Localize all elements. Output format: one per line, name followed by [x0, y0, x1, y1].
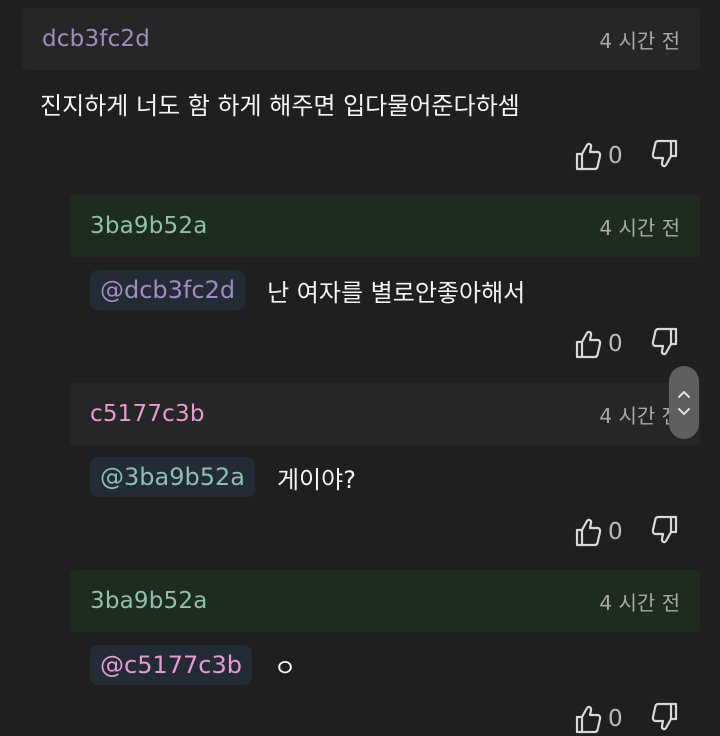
thumbs-down-icon: [651, 702, 677, 731]
comment-actions: 0: [574, 327, 679, 361]
scroll-handle[interactable]: [669, 366, 699, 439]
comment-author[interactable]: 3ba9b52a: [90, 588, 208, 614]
dislike-button[interactable]: [651, 139, 679, 173]
comment-text: 게이야?: [276, 465, 356, 494]
comment-timestamp: 4 시간 전: [599, 403, 680, 428]
dislike-button[interactable]: [651, 702, 679, 736]
comment-body: @c5177c3b ㅇ: [90, 645, 296, 685]
comment-text: 난 여자를 별로안좋아해서: [267, 278, 526, 307]
thumbs-up-icon: [575, 705, 602, 734]
like-button[interactable]: 0: [574, 517, 623, 547]
comment-actions: 0: [574, 515, 679, 549]
comment-timestamp: 4 시간 전: [599, 28, 680, 53]
like-count: 0: [608, 143, 623, 169]
comment-actions: 0: [574, 139, 679, 173]
like-button[interactable]: 0: [574, 141, 623, 171]
comment-author[interactable]: dcb3fc2d: [42, 26, 150, 52]
dislike-button[interactable]: [651, 327, 679, 361]
like-button[interactable]: 0: [574, 329, 623, 359]
thumbs-up-icon: [575, 330, 602, 359]
thumbs-up-icon: [575, 518, 602, 547]
thumbs-down-icon: [651, 139, 677, 168]
like-count: 0: [608, 331, 623, 357]
chevron-down-icon[interactable]: [677, 407, 691, 417]
comment-timestamp: 4 시간 전: [599, 215, 680, 240]
comment-header: 3ba9b52a 4 시간 전: [70, 570, 700, 632]
comment-actions: 0: [574, 702, 679, 736]
comment-body: @dcb3fc2d 난 여자를 별로안좋아해서: [90, 270, 525, 310]
comment-header: 3ba9b52a 4 시간 전: [70, 195, 700, 257]
thumbs-up-icon: [575, 142, 602, 171]
comment-header: c5177c3b 4 시간 전: [70, 383, 700, 445]
mention-tag[interactable]: @c5177c3b: [90, 645, 252, 685]
thumbs-down-icon: [651, 515, 677, 544]
like-count: 0: [608, 519, 623, 545]
comment-text: 진지하게 너도 함 하게 해주면 입다물어준다하셈: [40, 91, 520, 120]
comment-author[interactable]: c5177c3b: [90, 401, 205, 427]
comment-timestamp: 4 시간 전: [599, 590, 680, 615]
comment-text: ㅇ: [273, 653, 297, 682]
dislike-button[interactable]: [651, 515, 679, 549]
comment-body: @3ba9b52a 게이야?: [90, 457, 356, 497]
mention-tag[interactable]: @3ba9b52a: [90, 457, 255, 497]
like-count: 0: [608, 706, 623, 732]
like-button[interactable]: 0: [574, 704, 623, 734]
comment-header: dcb3fc2d 4 시간 전: [22, 8, 700, 70]
comment-author[interactable]: 3ba9b52a: [90, 213, 208, 239]
thumbs-down-icon: [651, 327, 677, 356]
chevron-up-icon[interactable]: [677, 389, 691, 399]
mention-tag[interactable]: @dcb3fc2d: [90, 270, 246, 310]
